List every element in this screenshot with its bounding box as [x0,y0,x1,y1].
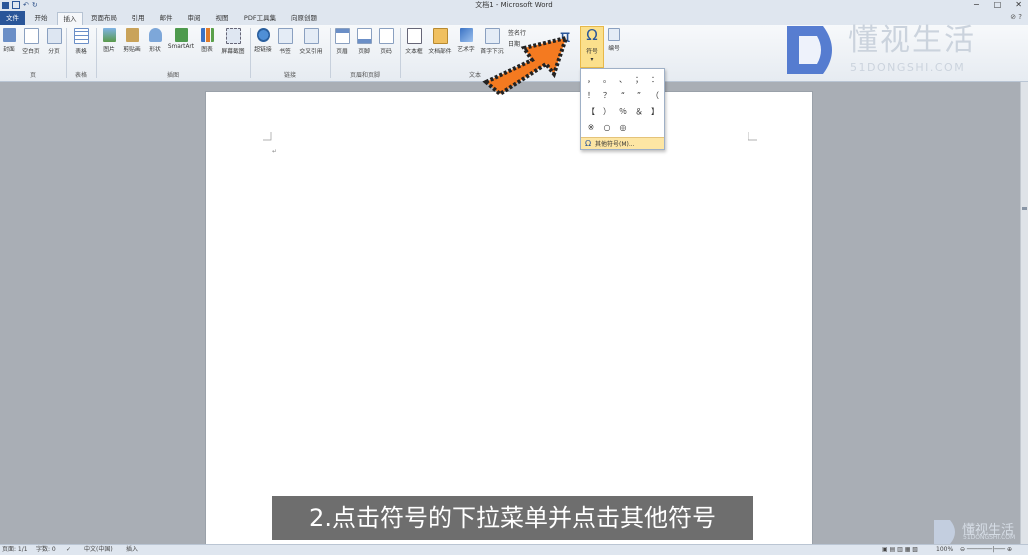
group-label-pages: 页 [29,72,36,79]
proofing-icon[interactable]: ✓ [66,545,71,554]
symbol-cell[interactable]: ％ [615,104,631,120]
omega-icon: Ω [584,139,592,148]
paragraph-mark-icon: ↵ [272,148,278,155]
scroll-thumb[interactable] [1022,207,1027,210]
tab-file[interactable]: 文件 [0,11,25,25]
more-symbols-item[interactable]: Ω 其他符号(M)... [581,137,664,149]
symbol-cell[interactable]: ； [631,72,647,88]
wordart-button[interactable]: 艺术字 [455,28,477,68]
table-button[interactable]: 表格 [70,28,92,68]
symbol-button[interactable]: Ω 符号 ▾ [580,26,604,68]
status-page[interactable]: 页面: 1/1 [2,545,28,554]
symbol-cell[interactable]: “ [615,88,631,104]
hyperlink-button[interactable]: 超链接 [252,28,274,68]
window-title: 文档1 - Microsoft Word [475,1,553,9]
view-buttons[interactable]: ▣ ▤ ▥ ▦ ▧ [882,545,918,554]
bookmark-button[interactable]: 书签 [275,28,295,68]
logo-text: 懂视生活 [848,23,976,58]
logo-url: 51DONGSHI.COM [850,61,966,74]
symbol-cell[interactable]: ： [647,72,663,88]
chart-button[interactable]: 图表 [197,28,217,68]
screenshot-button[interactable]: 屏幕截图 [218,28,248,68]
tab-pdf-tools[interactable]: PDF工具集 [240,12,280,25]
symbol-cell[interactable]: 】 [647,104,663,120]
symbol-cell[interactable]: ！ [583,88,599,104]
document-page[interactable]: ↵ [206,92,812,544]
symbol-cell[interactable]: 【 [583,104,599,120]
tab-mailings[interactable]: 邮件 [156,12,176,25]
group-label-illustrations: 插图 [166,72,179,79]
status-bar: 页面: 1/1 字数: 0 ✓ 中文(中国) 插入 ▣ ▤ ▥ ▦ ▧ 100%… [0,544,1028,555]
numbering-button[interactable]: 编号 [605,28,623,68]
omega-icon: Ω [586,26,598,44]
shapes-button[interactable]: 形状 [145,28,165,68]
zoom-level[interactable]: 100% [936,545,953,554]
cover-page-button[interactable]: 封面 [0,28,18,68]
blank-page-button[interactable]: 空白页 [19,28,43,68]
minimize-icon[interactable]: − [973,0,980,10]
zoom-slider[interactable]: ⊖ ───────|─── ⊕ [960,545,1012,554]
symbol-cell[interactable]: ” [631,88,647,104]
page-break-button[interactable]: 分页 [44,28,64,68]
symbol-grid: ，。、；： ！？ “” （ 【）％＆】 ※ ○ ◎ [583,72,663,136]
chevron-down-icon: ▾ [590,57,594,63]
close-icon[interactable]: ✕ [1015,0,1022,10]
smartart-button[interactable]: SmartArt [166,28,196,68]
tab-view[interactable]: 视图 [212,12,232,25]
group-label-tables: 表格 [74,72,87,79]
symbol-cell[interactable]: ※ [583,120,599,136]
symbol-cell[interactable]: ） [599,104,615,120]
group-label-links: 链接 [283,72,296,79]
tab-review[interactable]: 审阅 [184,12,204,25]
cross-reference-button[interactable]: 交叉引用 [296,28,326,68]
symbol-cell[interactable]: ◎ [615,120,631,136]
tab-references[interactable]: 引用 [128,12,148,25]
symbol-cell[interactable]: ， [583,72,599,88]
vertical-scrollbar[interactable] [1020,82,1028,544]
pointer-arrow-graphic [482,35,570,97]
tab-home[interactable]: 开始 [30,12,52,25]
text-box-button[interactable]: 文本框 [403,28,425,68]
symbol-dropdown: ，。、；： ！？ “” （ 【）％＆】 ※ ○ ◎ Ω 其他符号(M)... [580,68,665,150]
status-words[interactable]: 字数: 0 [36,545,56,554]
symbol-cell[interactable]: 、 [615,72,631,88]
maximize-icon[interactable]: □ [994,0,1002,10]
status-mode[interactable]: 插入 [126,545,138,554]
symbol-cell[interactable]: 。 [599,72,615,88]
picture-button[interactable]: 图片 [99,28,119,68]
symbol-cell[interactable]: ○ [599,120,615,136]
symbol-cell[interactable]: ＆ [631,104,647,120]
title-bar: ↶ ↻ 文档1 - Microsoft Word − □ ✕ [0,0,1028,11]
symbol-cell[interactable]: （ [647,88,663,104]
window-controls: − □ ✕ [973,0,1022,10]
margin-corner-mark [748,132,757,141]
group-label-header-footer: 页眉和页脚 [349,72,380,79]
clip-art-button[interactable]: 剪贴画 [120,28,144,68]
tab-insert[interactable]: 插入 [57,12,83,26]
help-icon[interactable]: ⊘ ? [1010,13,1022,21]
watermark-url: 51DONGSHI.COM [963,534,1016,541]
footer-button[interactable]: 页脚 [355,28,373,68]
quick-parts-button[interactable]: 文档部件 [426,28,454,68]
page-number-button[interactable]: 页码 [377,28,395,68]
instruction-caption: 2.点击符号的下拉菜单并点击其他符号 [272,496,753,540]
tab-originality[interactable]: 向原创题 [286,12,322,25]
tab-page-layout[interactable]: 页面布局 [86,12,122,25]
header-button[interactable]: 页眉 [333,28,351,68]
symbol-cell[interactable]: ？ [599,88,615,104]
status-language[interactable]: 中文(中国) [84,545,113,554]
margin-corner-mark [263,132,272,141]
